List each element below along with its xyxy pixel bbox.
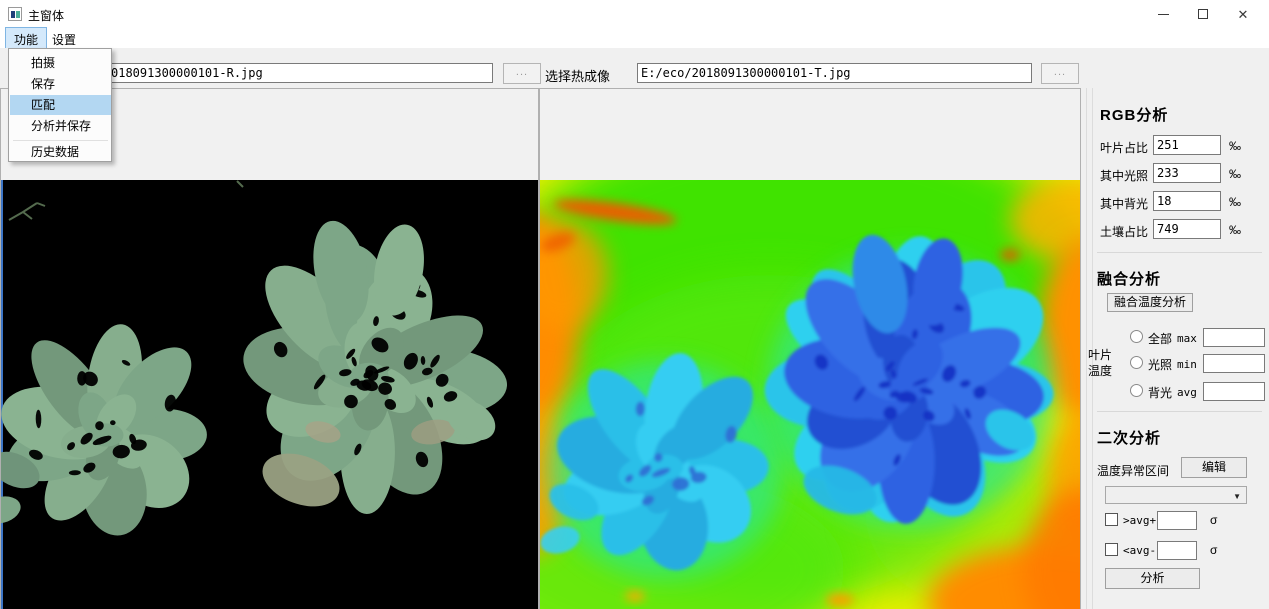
soil-ratio-unit: ‰	[1229, 223, 1241, 237]
below-avg-label: <avg-	[1123, 544, 1156, 557]
menu-item-save[interactable]: 保存	[10, 74, 111, 94]
min-temp-input[interactable]	[1203, 354, 1265, 373]
lit-ratio-unit: ‰	[1229, 167, 1241, 181]
minimize-icon	[1158, 14, 1169, 15]
fusion-analysis-title: 融合分析	[1097, 268, 1161, 289]
menu-item-function[interactable]: 功能	[6, 28, 46, 48]
thermal-image	[540, 180, 1080, 609]
shaded-ratio-label: 其中背光	[1100, 195, 1148, 212]
anomaly-range-combobox[interactable]: ▼	[1105, 486, 1247, 504]
fusion-temp-analyze-button[interactable]: 融合温度分析	[1107, 293, 1193, 312]
menu-bar: 功能 设置	[0, 28, 1269, 48]
leaf-ratio-unit: ‰	[1229, 139, 1241, 153]
soil-ratio-label: 土壤占比	[1100, 223, 1148, 240]
max-temp-input[interactable]	[1203, 328, 1265, 347]
radio-all[interactable]	[1130, 330, 1143, 343]
leaf-ratio-label: 叶片占比	[1100, 139, 1148, 156]
rgb-path-input[interactable]	[107, 63, 493, 83]
rgb-analysis-title: RGB分析	[1100, 104, 1168, 125]
separator	[1097, 252, 1262, 253]
chevron-down-icon: ▼	[1233, 492, 1241, 501]
leaf-ratio-input[interactable]	[1153, 135, 1221, 155]
close-button[interactable]: ✕	[1223, 0, 1263, 28]
shaded-ratio-input[interactable]	[1153, 191, 1221, 211]
rgb-image	[1, 180, 538, 609]
avg-label: avg	[1177, 386, 1197, 399]
thermal-browse-button[interactable]: ...	[1041, 63, 1079, 84]
above-avg-label: >avg+	[1123, 514, 1156, 527]
window-title: 主窗体	[28, 7, 64, 24]
min-label: min	[1177, 358, 1197, 371]
function-menu-dropdown: 拍摄 保存 匹配 分析并保存 历史数据	[8, 48, 112, 162]
file-bar: ... 选择热成像 ...	[0, 48, 1269, 88]
menu-item-analyze-save[interactable]: 分析并保存	[10, 116, 111, 136]
leaf-temp-label-line2: 温度	[1088, 362, 1112, 379]
below-avg-sigma: σ	[1210, 543, 1217, 557]
lit-ratio-input[interactable]	[1153, 163, 1221, 183]
above-avg-checkbox[interactable]	[1105, 513, 1118, 526]
separator	[1097, 411, 1262, 412]
thermal-path-label: 选择热成像	[545, 66, 610, 85]
radio-lit[interactable]	[1130, 356, 1143, 369]
maximize-icon	[1198, 9, 1208, 19]
close-icon: ✕	[1238, 8, 1249, 21]
secondary-analysis-title: 二次分析	[1097, 427, 1161, 448]
minimize-button[interactable]	[1143, 0, 1183, 28]
soil-ratio-input[interactable]	[1153, 219, 1221, 239]
rgb-browse-button[interactable]: ...	[503, 63, 541, 84]
avg-temp-input[interactable]	[1203, 382, 1265, 401]
app-icon	[8, 7, 22, 21]
title-bar: 主窗体 ✕	[0, 0, 1269, 28]
below-avg-input[interactable]	[1157, 541, 1197, 560]
leaf-temp-label-line1: 叶片	[1088, 346, 1112, 363]
analyze-button[interactable]: 分析	[1105, 568, 1200, 589]
shaded-ratio-unit: ‰	[1229, 195, 1241, 209]
lit-ratio-label: 其中光照	[1100, 167, 1148, 184]
menu-separator	[13, 140, 108, 141]
radio-shaded-label: 背光	[1148, 384, 1172, 401]
menu-item-match[interactable]: 匹配	[10, 95, 111, 115]
below-avg-checkbox[interactable]	[1105, 543, 1118, 556]
radio-lit-label: 光照	[1148, 356, 1172, 373]
max-label: max	[1177, 332, 1197, 345]
edit-button[interactable]: 编辑	[1181, 457, 1247, 478]
main-window: 主窗体 ✕ 功能 设置 ... 选择热成像 ...	[0, 0, 1269, 609]
menu-item-capture[interactable]: 拍摄	[10, 53, 111, 73]
radio-shaded[interactable]	[1130, 384, 1143, 397]
radio-all-label: 全部	[1148, 330, 1172, 347]
above-avg-input[interactable]	[1157, 511, 1197, 530]
maximize-button[interactable]	[1183, 0, 1223, 28]
temp-anomaly-range-label: 温度异常区间	[1097, 462, 1169, 479]
menu-item-settings[interactable]: 设置	[44, 28, 84, 48]
thermal-path-input[interactable]	[637, 63, 1032, 83]
menu-item-history[interactable]: 历史数据	[10, 142, 111, 162]
above-avg-sigma: σ	[1210, 513, 1217, 527]
